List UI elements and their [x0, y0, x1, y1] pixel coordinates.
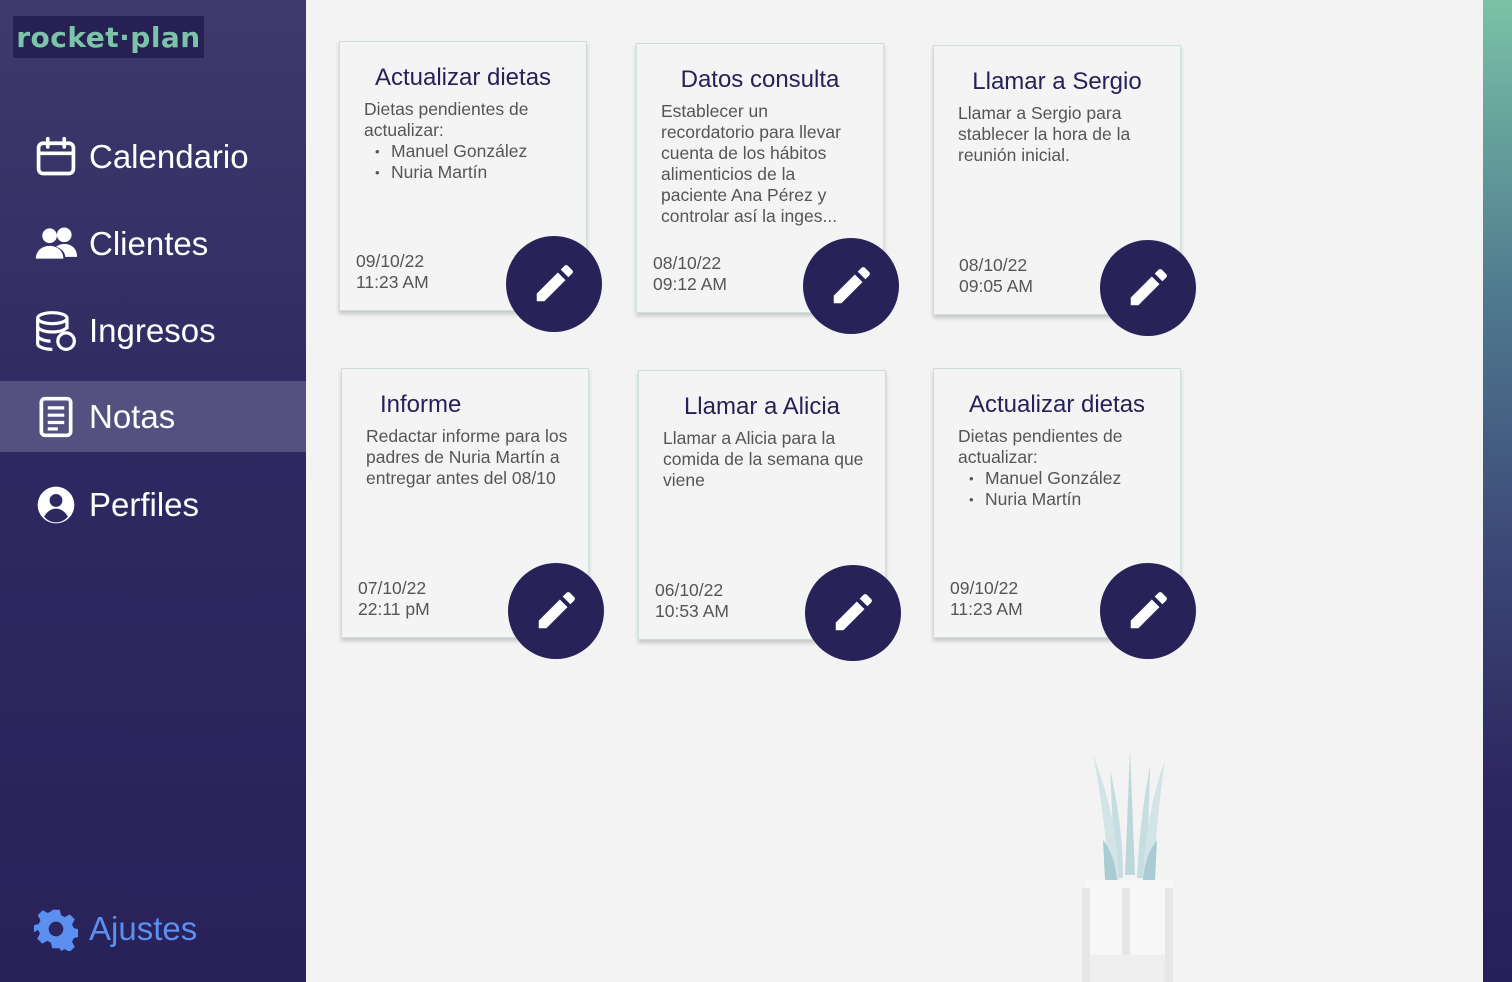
app-logo[interactable]: rocket·plan — [13, 16, 204, 58]
calendar-icon — [33, 134, 79, 180]
note-title: Datos consulta — [680, 66, 840, 93]
note-bullet: Nuria Martín — [375, 162, 568, 183]
sidebar-item-label: Clientes — [89, 224, 209, 262]
note-timestamp: 09/10/22 11:23 AM — [950, 578, 1023, 620]
note-title: Llamar a Sergio — [972, 68, 1142, 95]
gear-icon — [33, 906, 79, 952]
note-date: 07/10/22 — [358, 578, 427, 598]
note-title: Llamar a Alicia — [683, 393, 841, 420]
note-card[interactable]: Datos consulta Establecer un recordatori… — [636, 43, 899, 334]
note-text: Dietas pendientes de actualizar: — [958, 426, 1123, 467]
note-body: Llamar a Sergio para stablecer la hora d… — [958, 103, 1131, 165]
sidebar: rocket·plan Calendario Clientes Ingresos… — [0, 0, 306, 982]
sidebar-item-notas[interactable]: Notas — [0, 381, 306, 452]
note-date: 08/10/22 — [653, 253, 722, 273]
note-time: 11:23 AM — [356, 272, 429, 292]
note-body: Dietas pendientes de actualizar: Manuel … — [364, 99, 568, 183]
note-date: 09/10/22 — [356, 251, 425, 271]
note-body: Redactar informe para los padres de Nuri… — [366, 426, 568, 488]
note-card[interactable]: Informe Redactar informe para los padres… — [341, 368, 604, 659]
note-body: Llamar a Alicia para la comida de la sem… — [663, 428, 864, 490]
note-timestamp: 06/10/22 10:53 AM — [655, 580, 729, 622]
note-card[interactable]: Llamar a Sergio Llamar a Sergio para sta… — [933, 45, 1196, 336]
edit-note-button[interactable] — [803, 238, 899, 334]
edit-note-button[interactable] — [1100, 240, 1196, 336]
settings-button[interactable]: Ajustes — [0, 893, 306, 964]
note-date: 08/10/22 — [959, 255, 1028, 275]
sidebar-item-label: Ingresos — [89, 311, 216, 349]
coins-database-icon — [33, 308, 79, 354]
note-timestamp: 09/10/22 11:23 AM — [356, 251, 429, 293]
note-bullet-list: Manuel González Nuria Martín — [958, 468, 1162, 510]
note-bullet-list: Manuel González Nuria Martín — [364, 141, 568, 183]
note-timestamp: 07/10/22 22:11 pM — [358, 578, 430, 620]
note-time: 10:53 AM — [655, 601, 729, 621]
note-title: Actualizar dietas — [968, 391, 1146, 418]
note-bullet: Manuel González — [969, 468, 1162, 489]
note-date: 06/10/22 — [655, 580, 724, 600]
note-text: Dietas pendientes de actualizar: — [364, 99, 529, 140]
decorative-side-strip — [1483, 0, 1512, 982]
sidebar-item-perfiles[interactable]: Perfiles — [0, 469, 306, 540]
note-bullet: Manuel González — [375, 141, 568, 162]
pencil-icon — [835, 594, 872, 631]
note-time: 22:11 pM — [358, 599, 430, 619]
sidebar-item-label: Calendario — [89, 137, 249, 175]
note-time: 11:23 AM — [950, 599, 1023, 619]
pencil-icon — [1130, 592, 1167, 629]
plant-decoration — [1082, 750, 1173, 982]
edit-note-button[interactable] — [508, 563, 604, 659]
note-timestamp: 08/10/22 09:05 AM — [959, 255, 1033, 297]
note-card[interactable]: Actualizar dietas Dietas pendientes de a… — [933, 368, 1196, 659]
note-time: 09:12 AM — [653, 274, 727, 294]
note-card[interactable]: Actualizar dietas Dietas pendientes de a… — [339, 41, 602, 332]
sidebar-item-calendario[interactable]: Calendario — [0, 121, 306, 192]
note-date: 09/10/22 — [950, 578, 1019, 598]
settings-label: Ajustes — [89, 909, 198, 947]
users-icon — [33, 221, 79, 267]
note-title: Actualizar dietas — [374, 64, 552, 91]
edit-note-button[interactable] — [805, 565, 901, 661]
note-card[interactable]: Llamar a Alicia Llamar a Alicia para la … — [638, 370, 901, 661]
edit-note-button[interactable] — [1100, 563, 1196, 659]
sidebar-item-clientes[interactable]: Clientes — [0, 208, 306, 279]
pencil-icon — [536, 265, 573, 302]
note-timestamp: 08/10/22 09:12 AM — [653, 253, 727, 295]
sidebar-item-label: Perfiles — [89, 485, 200, 523]
pencil-icon — [833, 267, 870, 304]
edit-note-button[interactable] — [506, 236, 602, 332]
note-title: Informe — [380, 391, 462, 418]
note-body: Establecer un recordatorio para llevar c… — [661, 101, 841, 226]
notes-icon — [33, 394, 79, 440]
pencil-icon — [1130, 269, 1167, 306]
sidebar-item-ingresos[interactable]: Ingresos — [0, 295, 306, 366]
sidebar-item-label: Notas — [89, 397, 176, 435]
pencil-icon — [538, 592, 575, 629]
note-body: Dietas pendientes de actualizar: Manuel … — [958, 426, 1162, 510]
user-circle-icon — [33, 482, 79, 528]
note-bullet: Nuria Martín — [969, 489, 1162, 510]
note-time: 09:05 AM — [959, 276, 1033, 296]
